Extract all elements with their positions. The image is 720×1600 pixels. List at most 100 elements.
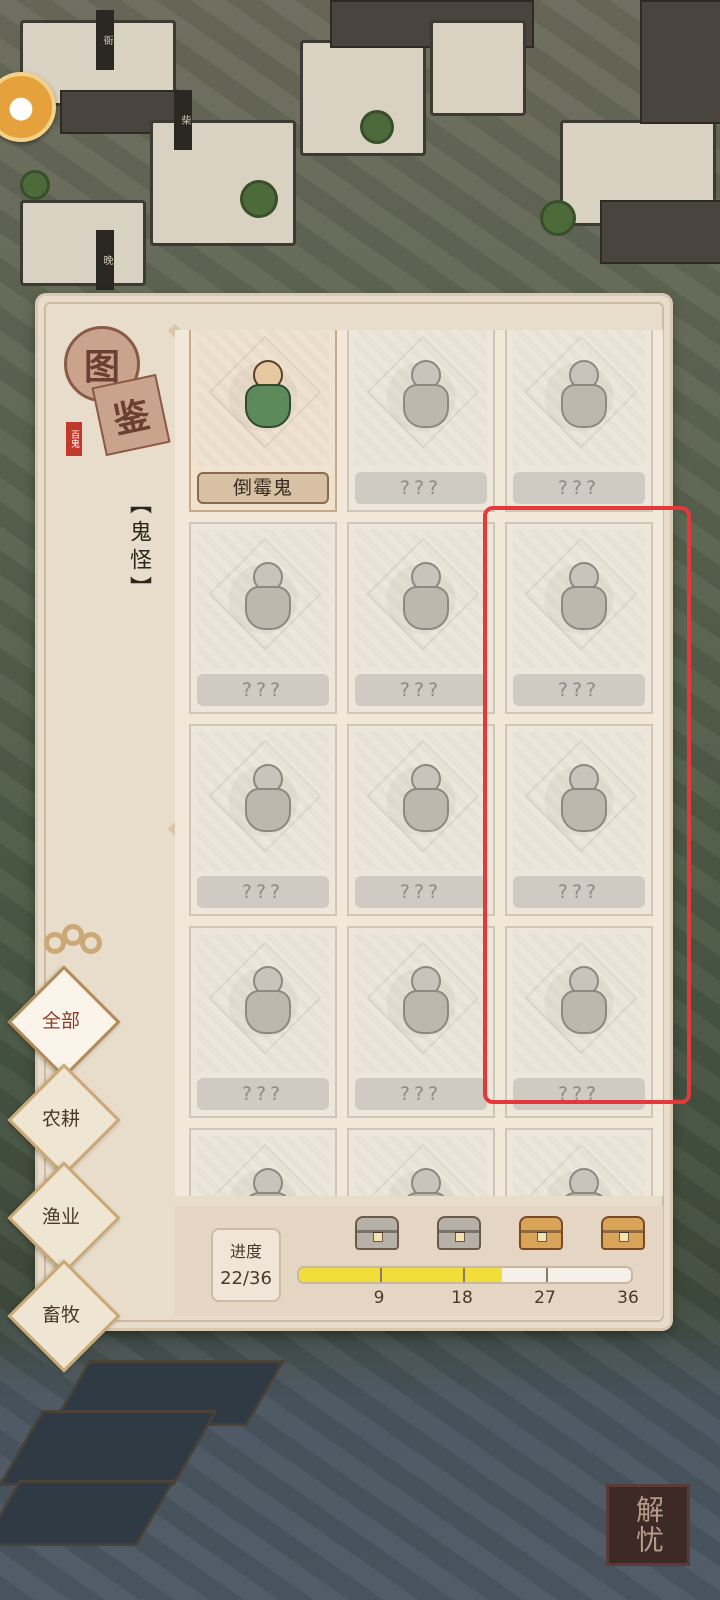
portrait-body xyxy=(561,1192,607,1196)
ghost-card[interactable] xyxy=(505,1128,653,1196)
milestone-label: 18 xyxy=(451,1288,473,1308)
ghost-card[interactable]: ??? xyxy=(189,926,337,1118)
coin-icon: ● xyxy=(7,89,35,125)
codex-grid[interactable]: 倒霉鬼????????????????????????????????? xyxy=(175,330,663,1196)
tree xyxy=(240,180,278,218)
ghost-card[interactable]: ??? xyxy=(505,330,653,512)
title-char-jian: 鉴 xyxy=(91,373,171,457)
ghost-name-label: ??? xyxy=(355,1078,487,1110)
milestone-label: 9 xyxy=(373,1288,385,1308)
progress-bar-fill xyxy=(299,1268,502,1282)
locked-ghost-silhouette-icon xyxy=(241,1168,291,1196)
ghost-portrait-icon xyxy=(241,360,291,430)
portrait-body xyxy=(403,384,449,428)
ghost-name-label: ??? xyxy=(513,876,645,908)
ghost-card[interactable]: ??? xyxy=(347,724,495,916)
tree xyxy=(20,170,50,200)
ghost-card[interactable]: ??? xyxy=(505,724,653,916)
building xyxy=(150,120,296,246)
jieyou-button[interactable]: 解忧 xyxy=(606,1484,690,1566)
progress-tick xyxy=(546,1268,548,1282)
portrait-body xyxy=(403,788,449,832)
ghost-card[interactable]: ??? xyxy=(505,926,653,1118)
lock-icon xyxy=(373,1232,383,1242)
locked-ghost-silhouette-icon xyxy=(241,966,291,1036)
building-roof xyxy=(600,200,720,264)
reward-chest-icon[interactable] xyxy=(437,1216,481,1250)
locked-ghost-silhouette-icon xyxy=(557,764,607,834)
building xyxy=(20,200,146,286)
portrait-body xyxy=(561,384,607,428)
locked-ghost-silhouette-icon xyxy=(399,360,449,430)
locked-ghost-silhouette-icon xyxy=(399,764,449,834)
ghost-name-label: ??? xyxy=(355,876,487,908)
ghost-card[interactable]: ??? xyxy=(347,522,495,714)
ghost-card[interactable]: ??? xyxy=(189,724,337,916)
tab-farming-label: 农耕 xyxy=(41,1108,80,1130)
building xyxy=(300,40,426,156)
clasp-icon xyxy=(537,1232,547,1242)
progress-bar xyxy=(297,1266,633,1284)
field-plot xyxy=(0,1480,176,1546)
category-label: 【鬼怪】 xyxy=(126,492,151,604)
progress-tick xyxy=(463,1268,465,1282)
portrait-body xyxy=(561,990,607,1034)
progress-value: 22/36 xyxy=(220,1268,272,1289)
ghost-card[interactable]: ??? xyxy=(347,330,495,512)
tree xyxy=(540,200,576,236)
shop-sign: 柴 xyxy=(174,90,192,150)
locked-ghost-silhouette-icon xyxy=(399,562,449,632)
locked-ghost-silhouette-icon xyxy=(399,966,449,1036)
field-plot xyxy=(0,1410,218,1486)
milestone-label: 27 xyxy=(534,1288,556,1308)
ghost-card[interactable]: ??? xyxy=(347,926,495,1118)
milestone-label: 36 xyxy=(617,1288,639,1308)
locked-ghost-silhouette-icon xyxy=(399,1168,449,1196)
progress-tick xyxy=(380,1268,382,1282)
portrait-body xyxy=(561,586,607,630)
ghost-card[interactable] xyxy=(189,1128,337,1196)
seal-stamp: 百鬼 xyxy=(66,422,82,456)
portrait-body xyxy=(403,586,449,630)
tab-livestock-label: 畜牧 xyxy=(41,1304,80,1326)
portrait-body xyxy=(245,1192,291,1196)
ghost-name-label: ??? xyxy=(355,472,487,504)
ghost-name-label: ??? xyxy=(513,674,645,706)
ghost-name-label: ??? xyxy=(355,674,487,706)
portrait-body xyxy=(561,788,607,832)
clasp-icon xyxy=(619,1232,629,1242)
ghost-card[interactable]: 倒霉鬼 xyxy=(189,330,337,512)
locked-ghost-silhouette-icon xyxy=(557,966,607,1036)
ghost-name-label: ??? xyxy=(197,876,329,908)
codex-title-badge: 图 鉴 百鬼 xyxy=(64,326,171,466)
tree xyxy=(360,110,394,144)
building-roof xyxy=(640,0,720,124)
tab-fishing-label: 渔业 xyxy=(41,1206,80,1228)
ghost-card[interactable]: ??? xyxy=(189,522,337,714)
progress-tag: 进度 22/36 xyxy=(211,1228,281,1302)
ghost-card[interactable] xyxy=(347,1128,495,1196)
locked-ghost-silhouette-icon xyxy=(241,764,291,834)
ghost-name-label: ??? xyxy=(197,1078,329,1110)
progress-footer: 进度 22/36 9 18 27 36 xyxy=(175,1206,663,1316)
shop-sign: 衙 xyxy=(96,10,114,70)
locked-ghost-silhouette-icon xyxy=(557,562,607,632)
portrait-body xyxy=(403,990,449,1034)
locked-ghost-silhouette-icon xyxy=(241,562,291,632)
reward-chest-icon[interactable] xyxy=(519,1216,563,1250)
reward-chest-icon[interactable] xyxy=(355,1216,399,1250)
knot-ornament-icon xyxy=(44,924,102,964)
ghost-card[interactable]: ??? xyxy=(505,522,653,714)
portrait-body xyxy=(245,990,291,1034)
tab-all-label: 全部 xyxy=(41,1010,80,1032)
locked-ghost-silhouette-icon xyxy=(557,1168,607,1196)
ghost-name-label: 倒霉鬼 xyxy=(197,472,329,504)
locked-ghost-silhouette-icon xyxy=(557,360,607,430)
progress-label: 进度 xyxy=(229,1242,262,1261)
lock-icon xyxy=(455,1232,465,1242)
shop-sign: 晚 xyxy=(96,230,114,290)
ghost-name-label: ??? xyxy=(513,472,645,504)
building xyxy=(430,20,526,116)
reward-chest-icon[interactable] xyxy=(601,1216,645,1250)
portrait-body xyxy=(403,1192,449,1196)
